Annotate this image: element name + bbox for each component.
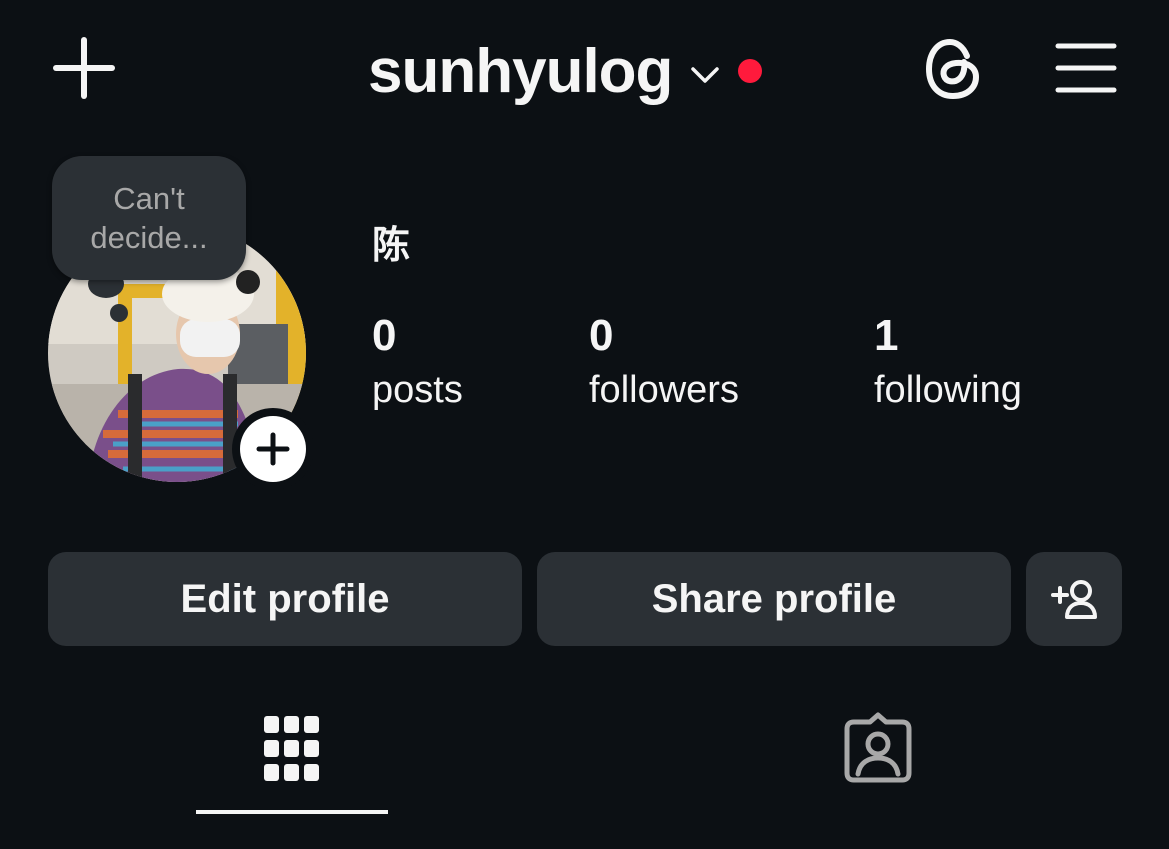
stat-count: 0: [589, 311, 614, 360]
stat-label: followers: [589, 369, 739, 411]
active-tab-indicator: [196, 810, 388, 814]
account-switcher[interactable]: sunhyulog: [368, 34, 763, 110]
discover-people-button[interactable]: [1026, 552, 1122, 646]
menu-button[interactable]: [1054, 40, 1118, 96]
plus-icon: [53, 37, 115, 99]
stat-label: following: [874, 369, 1022, 411]
stat-followers[interactable]: 0 followers: [589, 310, 739, 416]
add-story-button[interactable]: [232, 408, 314, 490]
tagged-icon: [844, 712, 912, 783]
display-name: 陈: [372, 225, 411, 267]
share-profile-button[interactable]: Share profile: [537, 552, 1011, 646]
stat-count: 0: [372, 311, 397, 360]
tab-posts-grid[interactable]: [196, 700, 388, 820]
edit-profile-label: Edit profile: [180, 576, 390, 621]
add-person-icon: [1051, 580, 1097, 619]
note-text: Can't decide...: [90, 181, 208, 255]
profile-username: sunhyulog: [368, 37, 673, 106]
note-bubble-tail-dot: [110, 304, 128, 322]
stat-posts[interactable]: 0 posts: [372, 310, 463, 416]
share-profile-label: Share profile: [651, 576, 897, 621]
threads-button[interactable]: [920, 34, 986, 104]
create-plus-button[interactable]: [50, 34, 118, 102]
hamburger-menu-icon: [1055, 43, 1117, 93]
stat-count: 1: [874, 311, 899, 360]
chevron-down-icon: [691, 67, 720, 83]
edit-profile-button[interactable]: Edit profile: [48, 552, 522, 646]
threads-icon: [926, 39, 979, 99]
stat-label: posts: [372, 369, 463, 411]
grid-icon: [264, 716, 319, 781]
notification-dot: [738, 59, 763, 83]
plus-icon: [256, 432, 290, 466]
stat-following[interactable]: 1 following: [874, 310, 1022, 416]
note-bubble[interactable]: Can't decide...: [52, 156, 246, 280]
tab-tagged[interactable]: [782, 700, 974, 820]
